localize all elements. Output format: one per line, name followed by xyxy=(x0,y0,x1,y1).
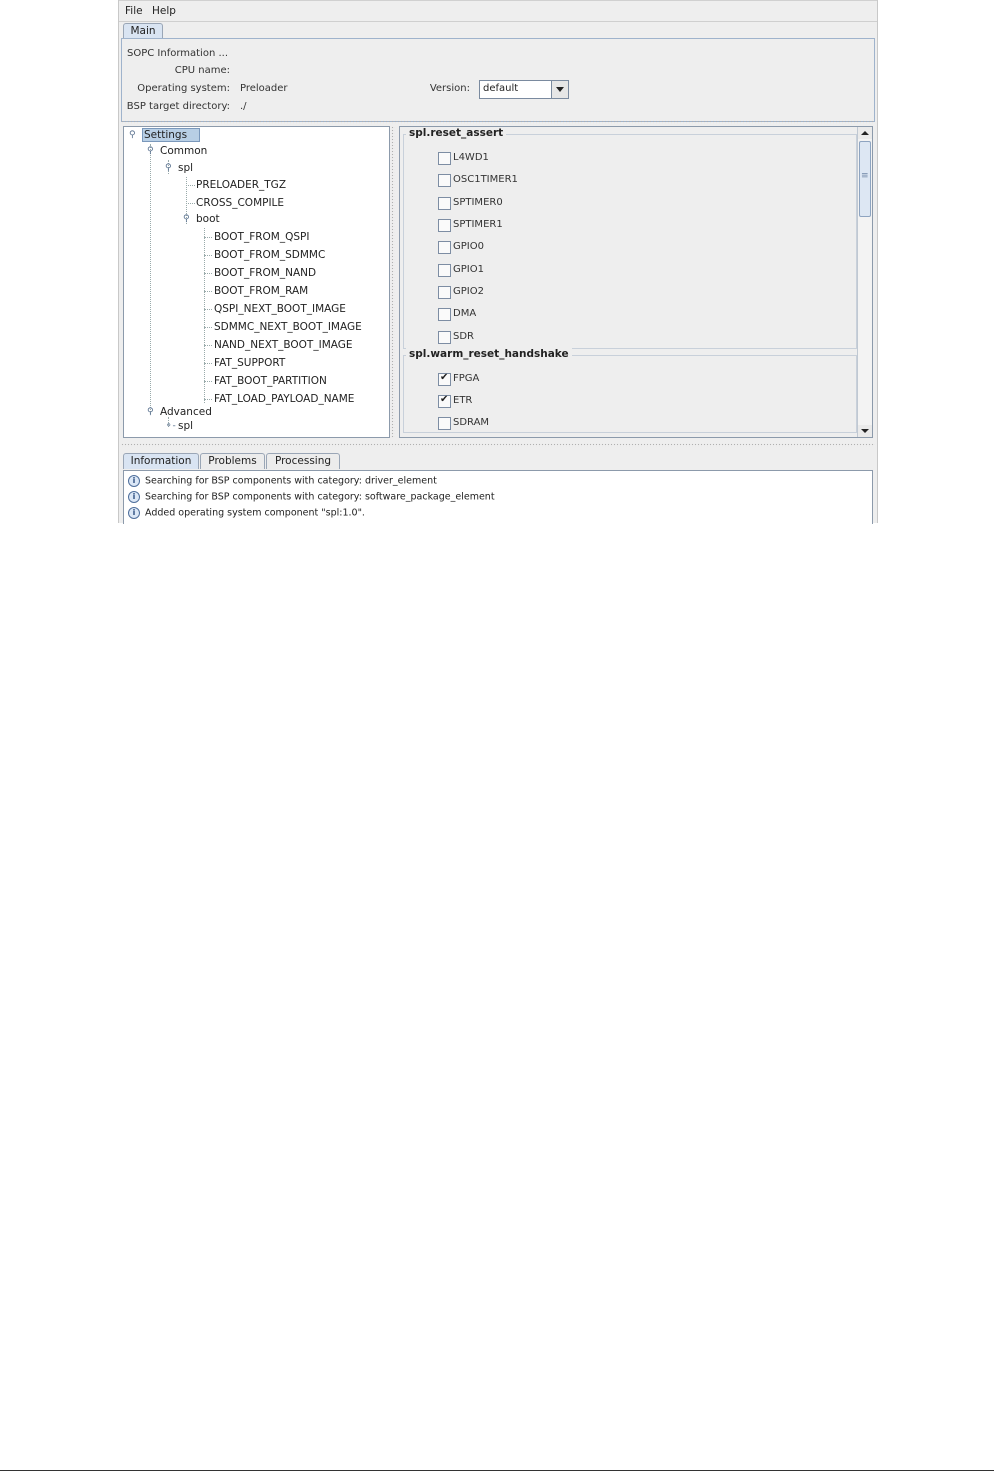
expanded-handle-icon[interactable]: ⚲ xyxy=(147,407,154,417)
checkbox-fpga[interactable] xyxy=(438,372,451,386)
operating-system-label: Operating system: xyxy=(137,83,230,94)
checkbox-sptimer0[interactable] xyxy=(438,197,451,210)
checkbox-sptimer1[interactable] xyxy=(438,219,451,232)
expanded-handle-icon[interactable]: ⚲ xyxy=(129,130,136,140)
info-icon: i xyxy=(128,475,140,487)
cpu-name-label: CPU name: xyxy=(174,65,230,76)
log-message: Searching for BSP components with catego… xyxy=(145,491,495,503)
version-select-value: default xyxy=(483,83,519,94)
tree-node-cross-compile[interactable]: CROSS_COMPILE xyxy=(196,197,284,209)
tree-node-advanced-spl[interactable]: spl xyxy=(178,420,193,432)
tree-node-boot-item[interactable]: FAT_SUPPORT xyxy=(214,357,285,369)
checkbox-label: GPIO2 xyxy=(453,286,484,297)
settings-tree: ⚲ Settings ⚲ Common ⚲ spl PRELOADER_TGZ … xyxy=(123,126,390,438)
bsp-target-directory-value: ./ xyxy=(240,101,247,112)
checkbox-dma[interactable] xyxy=(438,308,451,321)
bsp-editor-window: File Help Main SOPC Information ... CPU … xyxy=(118,0,878,524)
checkbox-label: L4WD1 xyxy=(453,152,489,163)
log-row: i Added operating system component "spl:1… xyxy=(128,507,365,519)
checkbox-label: GPIO1 xyxy=(453,264,484,275)
sopc-header: SOPC Information ... xyxy=(127,48,229,59)
tree-node-boot-item[interactable]: NAND_NEXT_BOOT_IMAGE xyxy=(214,339,353,351)
checkbox-gpio1[interactable] xyxy=(438,264,451,277)
tree-node-boot-item[interactable]: SDMMC_NEXT_BOOT_IMAGE xyxy=(214,321,362,333)
scrollbar-thumb[interactable] xyxy=(859,141,871,217)
tree-node-boot[interactable]: boot xyxy=(196,213,220,225)
info-icon: i xyxy=(128,507,140,519)
tree-node-preloader-tgz[interactable]: PRELOADER_TGZ xyxy=(196,179,286,191)
tree-node-settings[interactable]: Settings xyxy=(142,128,201,142)
checkbox-label: SPTIMER1 xyxy=(453,219,503,230)
checkbox-label: DMA xyxy=(453,308,477,319)
splitter-vertical[interactable] xyxy=(391,126,395,438)
splitter-horizontal[interactable] xyxy=(121,120,875,124)
expanded-handle-icon[interactable]: ⚲ xyxy=(147,146,154,156)
tab-problems[interactable]: Problems xyxy=(200,453,265,469)
tree-node-boot-item[interactable]: FAT_LOAD_PAYLOAD_NAME xyxy=(214,393,354,405)
tree-node-common[interactable]: Common xyxy=(160,145,207,157)
checkbox-label: OSC1TIMER1 xyxy=(453,174,518,185)
tree-node-boot-item[interactable]: FAT_BOOT_PARTITION xyxy=(214,375,327,387)
expanded-handle-icon[interactable]: ⚲ xyxy=(165,163,172,173)
group-title-warm-reset-handshake: spl.warm_reset_handshake xyxy=(406,348,572,360)
checkbox-etr[interactable] xyxy=(438,394,451,408)
version-label: Version: xyxy=(429,83,470,94)
expanded-handle-icon[interactable]: ⚲ xyxy=(183,214,190,224)
vertical-scrollbar[interactable] xyxy=(857,127,872,437)
tab-information[interactable]: Information xyxy=(123,453,199,469)
checkbox-sdr[interactable] xyxy=(438,331,451,344)
menu-help[interactable]: Help xyxy=(152,5,176,17)
tree-node-boot-item[interactable]: BOOT_FROM_RAM xyxy=(214,285,308,297)
log-row: i Searching for BSP components with categ… xyxy=(128,491,495,503)
page-bottom-rule xyxy=(0,1470,994,1471)
splitter-horizontal-bottom[interactable] xyxy=(121,443,875,447)
tree-node-spl[interactable]: spl xyxy=(178,162,193,174)
tree-node-boot-item[interactable]: BOOT_FROM_QSPI xyxy=(214,231,309,243)
checkbox-l4wd1[interactable] xyxy=(438,152,451,165)
checkbox-osc1timer1[interactable] xyxy=(438,174,451,187)
checkbox-label: ETR xyxy=(453,395,473,406)
scroll-up-icon[interactable] xyxy=(858,127,872,139)
log-message: Added operating system component "spl:1.… xyxy=(145,507,365,519)
info-icon: i xyxy=(128,491,140,503)
version-select[interactable]: default xyxy=(479,80,569,99)
settings-detail-panel: spl.reset_assert L4WD1 OSC1TIMER1 SPTIME… xyxy=(399,126,873,438)
log-message: Searching for BSP components with catego… xyxy=(145,475,437,487)
tree-node-boot-item[interactable]: QSPI_NEXT_BOOT_IMAGE xyxy=(214,303,346,315)
checkbox-gpio0[interactable] xyxy=(438,241,451,254)
checkbox-sdram[interactable] xyxy=(438,417,451,430)
tree-node-boot-item[interactable]: BOOT_FROM_NAND xyxy=(214,267,316,279)
operating-system-value: Preloader xyxy=(240,83,288,94)
bsp-target-directory-label: BSP target directory: xyxy=(126,101,230,112)
tree-node-advanced[interactable]: Advanced xyxy=(160,406,212,418)
menu-file[interactable]: File xyxy=(125,5,143,17)
tab-main[interactable]: Main xyxy=(123,23,163,39)
tab-processing[interactable]: Processing xyxy=(266,453,340,469)
log-row: i Searching for BSP components with categ… xyxy=(128,475,437,487)
menu-bar: File Help xyxy=(119,0,877,22)
checkbox-gpio2[interactable] xyxy=(438,286,451,299)
checkbox-label: GPIO0 xyxy=(453,241,484,252)
scroll-down-icon[interactable] xyxy=(858,425,872,437)
group-title-reset-assert: spl.reset_assert xyxy=(406,127,507,139)
checkbox-label: SPTIMER0 xyxy=(453,197,503,208)
checkbox-label: SDR xyxy=(453,331,474,342)
checkbox-label: SDRAM xyxy=(453,417,490,428)
checkbox-label: FPGA xyxy=(453,373,480,384)
tree-node-boot-item[interactable]: BOOT_FROM_SDMMC xyxy=(214,249,325,261)
chevron-down-icon[interactable] xyxy=(551,81,568,98)
collapsed-handle-icon[interactable]: ⚬- xyxy=(165,421,176,431)
message-log: i Searching for BSP components with categ… xyxy=(123,470,873,524)
